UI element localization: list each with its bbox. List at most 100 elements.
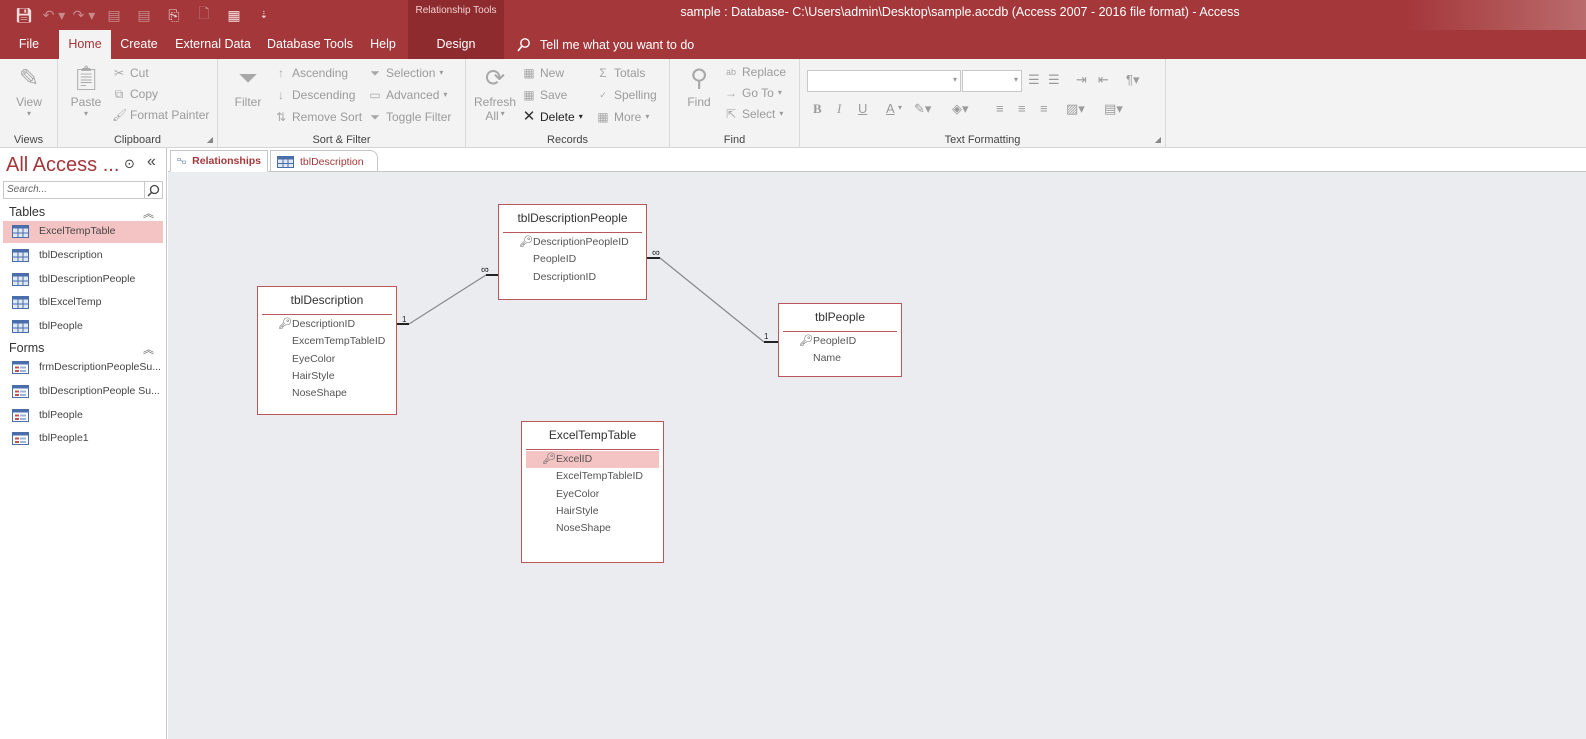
spelling-button[interactable]: ✓ Spelling <box>596 85 656 105</box>
font-name-box[interactable]: ▾ <box>807 70 961 92</box>
tab-tbldescription[interactable]: tblDescription <box>270 150 378 172</box>
tab-external-data[interactable]: External Data <box>170 30 256 59</box>
table-nav-item[interactable]: tblDescription <box>3 245 163 267</box>
paragraph-direction-icon[interactable]: ¶▾ <box>1126 72 1140 88</box>
alternate-row-color-icon[interactable]: ▨▾ <box>1066 101 1085 117</box>
replace-button[interactable]: ab Replace <box>724 62 786 82</box>
more-button[interactable]: ▦ More ▾ <box>596 107 649 127</box>
table-nav-item[interactable]: tblDescriptionPeople <box>3 269 163 291</box>
italic-button[interactable]: I <box>837 101 841 117</box>
tab-relationships[interactable]: Relationships <box>170 150 268 172</box>
table-field[interactable]: ExcemTempTableID <box>262 333 392 350</box>
tab-database-tools[interactable]: Database Tools <box>262 30 358 59</box>
tab-help[interactable]: Help <box>362 30 404 59</box>
table-box-tbldescription[interactable]: tblDescription 🔑︎ DescriptionID ExcemTempT… <box>257 286 397 415</box>
align-center-icon[interactable]: ≡ <box>1018 101 1026 116</box>
totals-button[interactable]: Σ Totals <box>596 63 645 83</box>
table-field[interactable]: EyeColor <box>262 351 392 368</box>
outdent-icon[interactable]: ⇤ <box>1098 72 1109 88</box>
indent-icon[interactable]: ⇥ <box>1076 72 1087 88</box>
advanced-button[interactable]: ▭ Advanced ▾ <box>368 85 447 105</box>
font-color-button[interactable]: A <box>886 101 895 116</box>
table-field[interactable]: EyeColor <box>526 486 659 503</box>
table-nav-item[interactable]: tblPeople <box>3 316 163 338</box>
form-nav-item[interactable]: tblPeople <box>3 405 163 427</box>
table-field[interactable]: DescriptionID <box>503 269 642 286</box>
align-right-icon[interactable]: ≡ <box>1040 101 1048 116</box>
underline-button[interactable]: U <box>858 101 867 116</box>
paste-button[interactable]: 📋︎ Paste ▾ <box>66 63 106 118</box>
selection-button[interactable]: ⏷ Selection ▾ <box>368 63 443 83</box>
highlight-icon[interactable]: ✎▾ <box>914 101 931 117</box>
table-field[interactable]: 🔑︎ ExcelID <box>526 451 659 468</box>
form-nav-item[interactable]: tblDescriptionPeople Su... <box>3 381 163 403</box>
gridlines-icon[interactable]: ▤▾ <box>1104 101 1123 117</box>
format-painter-button[interactable]: 🖌︎ Format Painter <box>112 105 209 125</box>
relationship-line-people[interactable]: ∞ 1 <box>647 247 778 343</box>
nav-menu-dropdown-icon[interactable]: ⊙ <box>124 156 135 172</box>
numbering-icon[interactable]: ☰ <box>1048 72 1060 88</box>
relationships-canvas[interactable]: 1 ∞ ∞ 1 tblDescriptionPeople 🔑︎ Descripti… <box>168 172 1586 739</box>
table-box-tblpeople[interactable]: tblPeople 🔑︎ PeopleID Name <box>778 303 902 377</box>
find-button[interactable]: ⚲ Find <box>682 63 716 109</box>
table-field[interactable]: Name <box>783 350 897 367</box>
table-view-icon[interactable]: ▤ <box>130 4 158 26</box>
view-button[interactable]: ✎ View ▾ <box>10 63 48 118</box>
nav-section-forms[interactable]: Forms ︽ <box>0 339 164 359</box>
redo-icon[interactable]: ↷ ▾ <box>70 4 98 26</box>
relationship-line-description[interactable]: 1 ∞ <box>396 264 498 325</box>
select-button[interactable]: ⇱ Select ▾ <box>724 104 783 124</box>
nav-pane-title[interactable]: All Access ... <box>6 154 119 177</box>
form-nav-item[interactable]: tblPeople1 <box>3 428 163 450</box>
table-design-icon[interactable]: ▦ <box>220 4 248 26</box>
new-record-button[interactable]: ▦ New <box>522 63 564 83</box>
tab-home[interactable]: Home <box>59 30 111 59</box>
ascending-button[interactable]: ↑ Ascending <box>274 63 348 83</box>
toggle-filter-button[interactable]: ⏷ Toggle Filter <box>368 107 451 127</box>
table-box-tbldescriptionpeople[interactable]: tblDescriptionPeople 🔑︎ DescriptionPeople… <box>498 204 647 300</box>
remove-sort-button[interactable]: ⇅ Remove Sort <box>274 107 362 127</box>
tab-file[interactable]: File <box>8 30 50 59</box>
save-record-button[interactable]: ▦ Save <box>522 85 567 105</box>
align-left-icon[interactable]: ≡ <box>996 101 1004 116</box>
collapse-pane-icon[interactable]: « <box>147 153 156 171</box>
table-box-exceltemptable[interactable]: ExcelTempTable 🔑︎ ExcelID ExcelTempTableID… <box>521 421 664 563</box>
dialog-launcher-icon[interactable]: ◢ <box>1155 135 1161 144</box>
search-input[interactable]: Search... <box>3 181 145 199</box>
table-field[interactable]: ExcelTempTableID <box>526 468 659 485</box>
table-view-icon[interactable]: ▤ <box>100 4 128 26</box>
table-field[interactable]: HairStyle <box>262 368 392 385</box>
dialog-launcher-icon[interactable]: ◢ <box>207 135 213 144</box>
go-to-button[interactable]: → Go To ▾ <box>724 83 782 103</box>
print-preview-icon[interactable]: 🗋︎ <box>190 4 218 26</box>
table-nav-item[interactable]: ExcelTempTable <box>3 221 163 243</box>
table-nav-item[interactable]: tblExcelTemp <box>3 292 163 314</box>
relationships-icon[interactable]: ⎘ <box>160 4 188 26</box>
table-field[interactable]: 🔑︎ DescriptionID <box>262 316 392 333</box>
customize-qat-icon[interactable]: ⇣ <box>250 4 278 26</box>
table-field[interactable]: HairStyle <box>526 503 659 520</box>
nav-section-tables[interactable]: Tables ︽ <box>0 203 164 223</box>
filter-button[interactable]: ⏷ Filter <box>230 63 266 109</box>
table-field[interactable]: NoseShape <box>526 520 659 537</box>
font-size-box[interactable]: ▾ <box>962 70 1022 92</box>
bold-button[interactable]: B <box>813 101 822 117</box>
tab-design[interactable]: Design <box>408 30 504 59</box>
cut-button[interactable]: ✂ Cut <box>112 63 149 83</box>
bullets-icon[interactable]: ☰ <box>1028 72 1040 88</box>
table-field[interactable]: 🔑︎ PeopleID <box>783 333 897 350</box>
delete-button[interactable]: ✕ Delete ▾ <box>522 107 583 127</box>
fill-color-icon[interactable]: ◈▾ <box>952 101 969 117</box>
descending-button[interactable]: ↓ Descending <box>274 85 355 105</box>
tell-me-search[interactable]: Tell me what you want to do <box>516 30 694 59</box>
table-field[interactable]: 🔑︎ DescriptionPeopleID <box>503 234 642 251</box>
chevron-down-icon[interactable]: ▾ <box>898 103 902 112</box>
form-nav-item[interactable]: frmDescriptionPeopleSu... <box>3 357 163 379</box>
table-field[interactable]: NoseShape <box>262 385 392 402</box>
save-icon[interactable]: 💾︎ <box>10 4 38 26</box>
refresh-all-button[interactable]: ⟳ Refresh All ▾ <box>472 63 518 123</box>
undo-icon[interactable]: ↶ ▾ <box>40 4 68 26</box>
tab-create[interactable]: Create <box>114 30 164 59</box>
copy-button[interactable]: ⧉ Copy <box>112 84 158 104</box>
search-icon[interactable] <box>145 181 163 199</box>
